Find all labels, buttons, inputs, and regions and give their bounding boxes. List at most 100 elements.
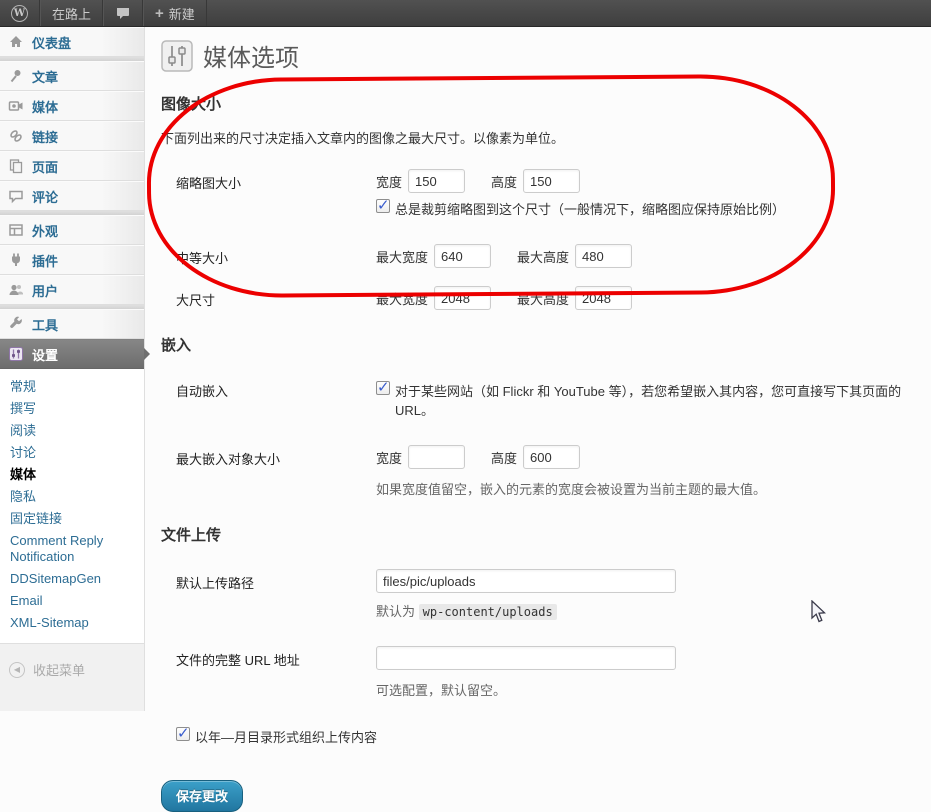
comments-bubble-icon	[9, 190, 23, 204]
embed-heading: 嵌入	[161, 337, 192, 354]
sidebar-item-label: 外观	[32, 223, 59, 239]
site-name-link[interactable]: 在路上	[40, 0, 104, 26]
sidebar-item-media[interactable]: 媒体	[0, 91, 144, 121]
large-max-width-label: 最大宽度	[376, 291, 429, 307]
thumbnail-size-label: 缩略图大小	[176, 176, 242, 191]
sidebar-item-label: 仪表盘	[32, 35, 72, 51]
submenu-item-reading[interactable]: 阅读	[0, 420, 144, 442]
thumbnail-size-row: 缩略图大小 宽度 高度 总是裁剪缩略图到这个尺寸（一般情况下，缩略图应保持原始比…	[161, 169, 911, 218]
thumbnail-width-input[interactable]	[408, 169, 466, 193]
sidebar-item-plugins[interactable]: 插件	[0, 245, 144, 275]
posts-pushpin-icon	[10, 70, 21, 83]
sidebar: 仪表盘 文章 媒体 链接 页面 评论 外观 插件 用户 工具 设置 常规 撰写 …	[0, 27, 150, 711]
upload-path-default-prefix: 默认为	[376, 604, 416, 619]
auto-embed-label: 自动嵌入	[176, 384, 229, 399]
upload-path-input[interactable]	[376, 569, 676, 593]
pages-icon	[9, 159, 23, 174]
sidebar-item-appearance[interactable]: 外观	[0, 215, 144, 245]
auto-embed-checkbox[interactable]	[376, 378, 390, 396]
submenu-item-writing[interactable]: 撰写	[0, 398, 144, 420]
sidebar-item-label: 页面	[32, 159, 59, 175]
submenu-item-permalinks[interactable]: 固定链接	[0, 508, 144, 530]
upload-url-helper: 可选配置，默认留空。	[376, 683, 507, 698]
submenu-item-general[interactable]: 常规	[0, 376, 144, 398]
embed-width-input[interactable]	[408, 445, 466, 469]
upload-url-label: 文件的完整 URL 地址	[176, 653, 300, 668]
sidebar-item-label: 设置	[32, 347, 59, 363]
thumbnail-height-input[interactable]	[523, 169, 581, 193]
submenu-item-ddsitemapgen[interactable]: DDSitemapGen	[0, 568, 144, 590]
sidebar-item-links[interactable]: 链接	[0, 121, 144, 151]
media-camera-icon	[8, 101, 23, 111]
medium-max-height-label: 最大高度	[517, 249, 570, 265]
sidebar-item-label: 文章	[32, 69, 59, 85]
sidebar-item-dashboard[interactable]: 仪表盘	[0, 27, 144, 57]
sidebar-item-tools[interactable]: 工具	[0, 309, 144, 339]
wp-logo-menu[interactable]: W	[0, 0, 40, 26]
thumbnail-height-label: 高度	[491, 174, 518, 190]
site-name-label: 在路上	[52, 6, 92, 22]
sidebar-item-label: 媒体	[32, 99, 59, 115]
submenu-item-xml-sitemap[interactable]: XML-Sitemap	[0, 612, 144, 634]
submenu-item-email[interactable]: Email	[0, 590, 144, 612]
sidebar-item-label: 用户	[32, 283, 59, 299]
large-max-width-input[interactable]	[434, 286, 492, 310]
medium-max-height-input[interactable]	[575, 244, 633, 268]
submenu-item-comment-reply-notification[interactable]: Comment Reply Notification	[0, 530, 144, 568]
max-embed-size-label: 最大嵌入对象大小	[176, 452, 281, 467]
medium-size-row: 中等大小 最大宽度 最大高度	[161, 244, 911, 268]
sidebar-item-label: 工具	[32, 317, 59, 333]
submenu-item-discussion[interactable]: 讨论	[0, 442, 144, 464]
submenu-item-media[interactable]: 媒体	[0, 464, 144, 486]
save-changes-button[interactable]: 保存更改	[161, 780, 244, 812]
image-size-heading: 图像大小	[161, 96, 222, 113]
sidebar-item-settings[interactable]: 设置	[0, 339, 150, 369]
page-title: 媒体选项	[203, 45, 299, 72]
large-max-height-label: 最大高度	[517, 291, 570, 307]
embed-height-input[interactable]	[523, 445, 581, 469]
medium-size-label: 中等大小	[176, 251, 229, 266]
thumbnail-crop-label: 总是裁剪缩略图到这个尺寸（一般情况下，缩略图应保持原始比例）	[395, 202, 786, 217]
plugins-plug-icon	[11, 253, 21, 266]
upload-heading: 文件上传	[161, 527, 222, 544]
organize-uploads-label: 以年—月目录形式组织上传内容	[195, 730, 378, 745]
organize-uploads-row: 以年—月目录形式组织上传内容	[176, 724, 911, 746]
page-header: 媒体选项	[161, 38, 911, 73]
main-content: 媒体选项 图像大小 下面列出来的尺寸决定插入文章内的图像之最大尺寸。以像素为单位…	[146, 27, 931, 812]
submenu-item-privacy[interactable]: 隐私	[0, 486, 144, 508]
auto-embed-text: 对于某些网站（如 Flickr 和 YouTube 等），若您希望嵌入其内容，您…	[395, 384, 902, 418]
collapse-menu-label: 收起菜单	[33, 663, 86, 678]
sidebar-item-users[interactable]: 用户	[0, 275, 144, 305]
collapse-menu-button[interactable]: ◀ 收起菜单	[0, 660, 144, 679]
auto-embed-row: 自动嵌入 对于某些网站（如 Flickr 和 YouTube 等），若您希望嵌入…	[161, 377, 911, 419]
users-icon	[9, 284, 23, 295]
upload-path-row: 默认上传路径 默认为 wp-content/uploads	[161, 569, 911, 620]
sidebar-item-posts[interactable]: 文章	[0, 61, 144, 91]
thumbnail-crop-checkbox[interactable]	[376, 196, 390, 214]
settings-submenu: 常规 撰写 阅读 讨论 媒体 隐私 固定链接 Comment Reply Not…	[0, 369, 144, 644]
thumbnail-width-label: 宽度	[376, 174, 403, 190]
embed-helper-text: 如果宽度值留空，嵌入的元素的宽度会被设置为当前主题的最大值。	[376, 482, 767, 497]
max-embed-size-row: 最大嵌入对象大小 宽度 高度 如果宽度值留空，嵌入的元素的宽度会被设置为当前主题…	[161, 445, 911, 498]
adminbar-new-link[interactable]: + 新建	[143, 0, 207, 26]
comment-bubble-icon	[117, 8, 130, 19]
large-size-label: 大尺寸	[176, 293, 216, 308]
collapse-arrow-icon: ◀	[9, 661, 25, 678]
admin-bar: W 在路上 + 新建	[0, 0, 931, 27]
sidebar-item-comments[interactable]: 评论	[0, 181, 144, 211]
medium-max-width-input[interactable]	[434, 244, 492, 268]
upload-url-input[interactable]	[376, 646, 676, 670]
large-max-height-input[interactable]	[575, 286, 633, 310]
media-options-icon	[161, 39, 193, 72]
upload-url-row: 文件的完整 URL 地址 可选配置，默认留空。	[161, 646, 911, 699]
tools-wrench-icon	[10, 316, 22, 328]
upload-path-label: 默认上传路径	[176, 576, 255, 591]
organize-uploads-checkbox[interactable]	[176, 724, 190, 742]
large-size-row: 大尺寸 最大宽度 最大高度	[161, 286, 911, 310]
sidebar-item-pages[interactable]: 页面	[0, 151, 144, 181]
image-size-description: 下面列出来的尺寸决定插入文章内的图像之最大尺寸。以像素为单位。	[161, 131, 565, 146]
wordpress-logo-icon: W	[11, 4, 28, 22]
plus-icon: +	[155, 4, 164, 22]
adminbar-comments-link[interactable]	[103, 0, 144, 26]
embed-height-label: 高度	[491, 450, 518, 466]
